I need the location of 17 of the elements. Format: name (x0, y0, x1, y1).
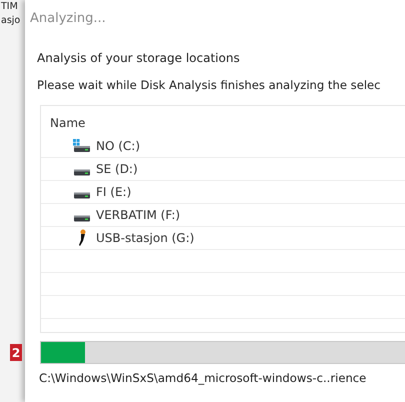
drive-row[interactable]: FI (E:) (41, 181, 405, 204)
drive-row[interactable]: USB-stasjon (G:) (41, 227, 405, 250)
drive-icon (73, 168, 91, 176)
background-window-text: TIM (1, 0, 19, 14)
message-text: Please wait while Disk Analysis finishes analyzing the selec (36, 77, 382, 94)
background-window-text: asjo (1, 14, 22, 28)
file-path-text: C:\Windows\WinSxS\amd64_microsoft-windows-c..rience (38, 370, 368, 388)
callout-badge: 2 (10, 344, 22, 362)
system-drive-icon (73, 139, 91, 154)
window-title: Analyzing... (29, 10, 107, 28)
drive-row[interactable]: NO (C:) (41, 135, 405, 158)
drive-icon (73, 192, 91, 199)
drive-icon (73, 214, 91, 222)
column-header[interactable]: Name (41, 106, 405, 136)
drive-row[interactable]: VERBATIM (F:) (41, 204, 405, 228)
heading: Analysis of your storage locations (36, 50, 241, 67)
drive-row[interactable]: SE (D:) (41, 158, 405, 182)
